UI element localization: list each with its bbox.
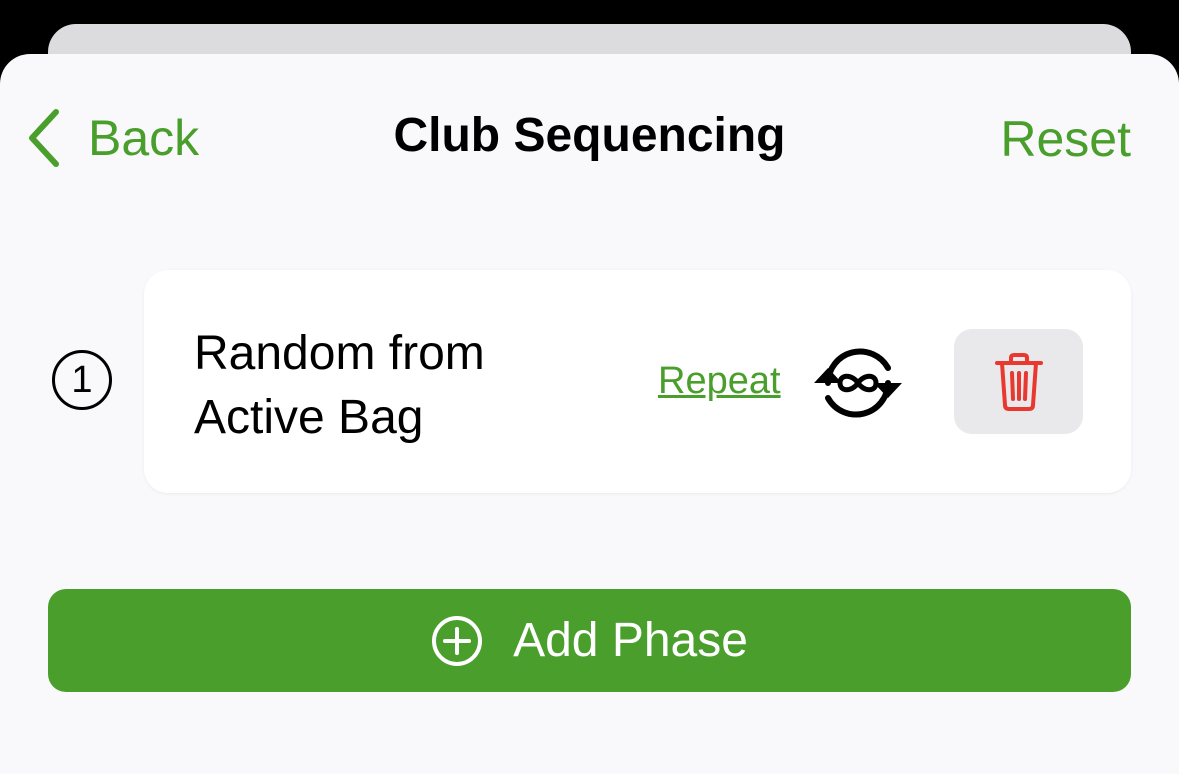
modal-sheet: Back Club Sequencing Reset 1 Random from… <box>0 54 1179 774</box>
repeat-infinity-icon[interactable] <box>808 338 908 428</box>
navigation-bar: Back Club Sequencing Reset <box>0 54 1179 224</box>
phase-name: Random from Active Bag <box>194 327 485 444</box>
delete-phase-button[interactable] <box>954 329 1083 434</box>
phase-row: 1 Random from Active Bag Repeat <box>0 270 1179 494</box>
phase-number-badge: 1 <box>52 350 112 410</box>
reset-button[interactable]: Reset <box>1000 114 1131 164</box>
repeat-link[interactable]: Repeat <box>658 362 781 400</box>
trash-icon <box>994 352 1043 411</box>
plus-circle-icon <box>432 615 483 666</box>
phase-card[interactable]: Random from Active Bag Repeat <box>144 270 1131 493</box>
add-phase-label: Add Phase <box>513 613 748 667</box>
add-phase-button[interactable]: Add Phase <box>48 589 1131 692</box>
